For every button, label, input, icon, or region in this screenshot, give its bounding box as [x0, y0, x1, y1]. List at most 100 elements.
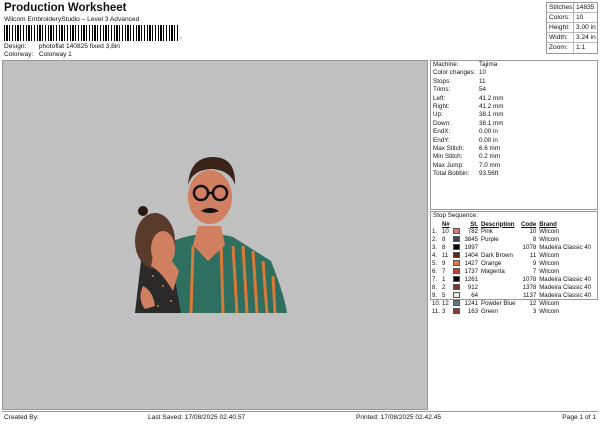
info-value: 41.2 mm: [479, 102, 504, 110]
color-swatch: [453, 308, 462, 316]
row-index: 1.: [432, 228, 438, 235]
colorway-label: Colorway:: [4, 51, 34, 58]
info-value: 0.00 in: [479, 136, 498, 144]
machine-info-row: Stops: 11: [431, 78, 597, 86]
color-swatch-box: [453, 284, 460, 291]
stats-row-colors: Colors: 10: [547, 13, 597, 23]
row-brand: Wilcom: [539, 268, 560, 275]
row-code: 10: [529, 228, 537, 235]
color-swatch-box: [453, 236, 460, 243]
row-stitches: 1404: [464, 252, 478, 259]
machine-info-row: Min Stitch: 0.2 mm: [431, 153, 597, 161]
row-stitches: 782: [467, 228, 478, 235]
stats-label: Stitches:: [549, 3, 575, 12]
stop-sequence-title: Stop Sequence:: [433, 212, 478, 219]
colorway-line: Colorway: Colorway 1: [4, 51, 72, 58]
row-index: 10.: [432, 300, 441, 307]
header-st: St.: [470, 220, 478, 228]
row-code: 1137: [523, 292, 537, 299]
info-label: Up:: [433, 111, 443, 119]
row-code: 12: [529, 300, 537, 307]
color-swatch-box: [453, 292, 460, 299]
row-stitches: 3845: [464, 236, 478, 243]
row-brand: Madeira Classic 40: [539, 292, 592, 299]
stats-box: Stitches: 14835 Colors: 10 Height: 3.00 …: [546, 2, 598, 54]
info-value: 41.2 mm: [479, 94, 504, 102]
info-label: Max Jump:: [433, 161, 464, 169]
stats-label: Zoom:: [547, 43, 574, 53]
row-brand: Wilcom: [539, 308, 560, 315]
stop-sequence-panel: Stop Sequence: N# St. Description Code B…: [430, 211, 598, 315]
footer: Created By: Last Saved: 17/08/2025 02.40…: [2, 411, 598, 422]
stop-sequence-row: 9. 5 64 1137 Madeira Classic 40: [431, 292, 597, 300]
row-description: [481, 276, 521, 284]
woman-hair-bun: [138, 206, 148, 216]
color-swatch-box: [453, 268, 460, 275]
design-preview-canvas[interactable]: [2, 60, 428, 410]
row-description: [481, 284, 521, 292]
machine-info-row: Max Jump: 7.0 mm: [431, 162, 597, 170]
color-swatch: [453, 260, 462, 268]
row-needle: 5: [442, 292, 446, 299]
row-description: [481, 292, 521, 300]
row-needle: 7: [442, 268, 446, 275]
machine-info-row: Machine: Tajima: [431, 61, 597, 69]
row-index: 6.: [432, 268, 438, 275]
color-swatch: [453, 300, 462, 308]
row-index: 3.: [432, 244, 438, 251]
stop-sequence-table: N# St. Description Code Brand 1. 10 782 Pin…: [431, 220, 597, 316]
machine-info-row: Left: 41.2 mm: [431, 95, 597, 103]
header-code: Code: [521, 220, 537, 228]
row-index: 9.: [432, 292, 438, 299]
color-swatch-box: [453, 308, 460, 315]
row-brand: Wilcom: [539, 300, 560, 307]
row-description: Dark Brown: [481, 252, 513, 259]
info-label: Max Stitch:: [433, 144, 465, 152]
stop-sequence-row: 5. 9 1427 Orange 9 Wilcom: [431, 260, 597, 268]
info-value: 7.0 mm: [479, 161, 500, 169]
stop-sequence-row: 7. 1 1261 1078 Madeira Classic 40: [431, 276, 597, 284]
stats-label: Width:: [547, 33, 574, 42]
stats-value: 3.24 in: [576, 34, 596, 41]
color-swatch: [453, 228, 462, 236]
color-swatch-box: [453, 244, 460, 251]
design-line: Design: photoflat 140825 fixed 3,8in: [4, 43, 120, 50]
row-code: 1078: [522, 276, 537, 283]
row-needle: 12: [442, 300, 449, 307]
machine-info-row: Total Bobbin: 93.56ft: [431, 170, 597, 178]
row-code: 3: [532, 308, 537, 315]
row-needle: 2: [442, 284, 446, 291]
stats-row-width: Width: 3.24 in: [547, 33, 597, 43]
machine-info-row: EndX: 0.00 in: [431, 128, 597, 136]
row-index: 7.: [432, 276, 438, 283]
stats-value: 3.00 in: [576, 24, 596, 31]
stop-sequence-row: 11. 3 163 Green 3 Wilcom: [431, 308, 597, 316]
color-swatch: [453, 244, 462, 252]
machine-info-row: Up: 38.1 mm: [431, 111, 597, 119]
row-index: 2.: [432, 236, 438, 243]
stop-sequence-header-row: N# St. Description Code Brand: [431, 220, 597, 228]
stop-sequence-row: 1. 10 782 Pink 10 Wilcom: [431, 228, 597, 236]
stop-sequence-row: 6. 7 1737 Magenta 7 Wilcom: [431, 268, 597, 276]
header-description: Description: [481, 220, 515, 228]
info-label: Machine:: [433, 61, 459, 68]
info-value: 11: [479, 77, 486, 85]
info-label: Total Bobbin:: [433, 170, 470, 178]
row-needle: 3: [442, 308, 446, 315]
info-value: 6.6 mm: [479, 144, 500, 152]
row-index: 8.: [432, 284, 438, 291]
info-label: Color changes:: [433, 69, 476, 77]
color-swatch-box: [453, 252, 460, 259]
info-label: Right:: [433, 102, 450, 110]
color-swatch: [453, 276, 462, 284]
machine-info-panel: Machine: Tajima Color changes: 10 Stops: 11…: [430, 60, 598, 210]
info-value: 10: [479, 69, 487, 77]
stats-row-zoom: Zoom: 1:1: [547, 43, 597, 53]
color-swatch: [453, 268, 462, 276]
stop-sequence-row: 3. 8 1997 1078 Madeira Classic 40: [431, 244, 597, 252]
colorway-value: Colorway 1: [38, 51, 72, 58]
row-needle: 1: [442, 276, 446, 283]
machine-info-row: Right: 41.2 mm: [431, 103, 597, 111]
header-n: N#: [442, 220, 450, 228]
stop-sequence-row: 8. 2 912 1378 Madeira Classic 40: [431, 284, 597, 292]
